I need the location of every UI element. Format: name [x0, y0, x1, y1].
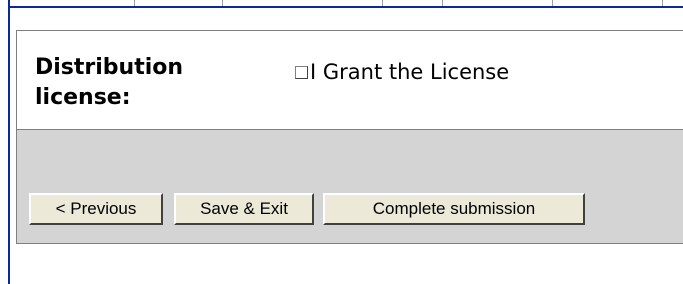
previous-button[interactable]: < Previous — [29, 193, 163, 225]
grant-license-checkbox[interactable] — [295, 65, 308, 79]
top-strip-tick — [134, 0, 135, 6]
frame-top-strip — [10, 0, 683, 8]
distribution-license-label: Distribution license: — [35, 55, 184, 110]
frame-left-border — [8, 0, 10, 284]
save-exit-button[interactable]: Save & Exit — [174, 193, 314, 225]
complete-submission-button[interactable]: Complete submission — [323, 193, 585, 225]
top-strip-tick — [552, 0, 553, 6]
top-strip-tick — [382, 0, 383, 6]
grant-license-label[interactable]: I Grant the License — [310, 59, 509, 85]
submission-frame: Distribution license: I Grant the Licens… — [0, 0, 683, 284]
button-bar: < Previous Save & Exit Complete submissi… — [16, 129, 683, 244]
top-strip-tick — [662, 0, 663, 6]
top-strip-tick — [442, 0, 443, 6]
license-panel: Distribution license: I Grant the Licens… — [16, 30, 683, 129]
grant-license-option[interactable]: I Grant the License — [295, 59, 509, 85]
top-strip-tick — [222, 0, 223, 6]
